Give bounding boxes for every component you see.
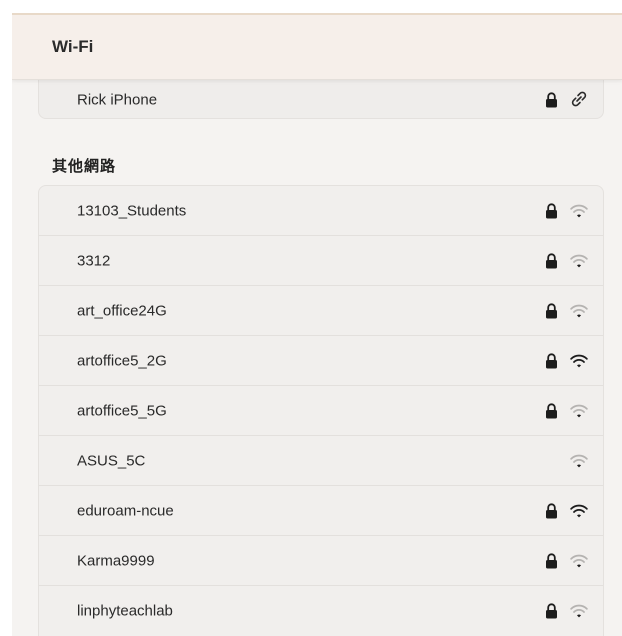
- lock-icon: [545, 503, 558, 519]
- wifi-signal-icon: [570, 454, 588, 468]
- network-name: Karma9999: [77, 552, 155, 570]
- network-name: linphyteachlab: [77, 602, 173, 620]
- wifi-settings-window: Wi-Fi Rick iPhone 其他網路 13103_Students 33…: [12, 13, 622, 636]
- network-row[interactable]: artoffice5_2G: [39, 336, 603, 386]
- wifi-signal-icon: [570, 254, 588, 268]
- network-row[interactable]: ASUS_5C: [39, 436, 603, 486]
- lock-icon: [545, 603, 558, 619]
- lock-icon: [545, 253, 558, 269]
- lock-icon: [545, 403, 558, 419]
- link-icon: [570, 90, 588, 108]
- window-title: Wi-Fi: [52, 37, 94, 56]
- other-networks-header: 其他網路: [52, 158, 117, 175]
- lock-icon: [545, 303, 558, 319]
- wifi-signal-icon: [570, 604, 588, 618]
- network-name: Rick iPhone: [77, 91, 158, 109]
- network-row[interactable]: linphyteachlab: [39, 586, 603, 636]
- other-networks-list: 13103_Students 3312 art_office24G artoffice…: [38, 185, 604, 636]
- lock-icon: [545, 553, 558, 569]
- lock-icon: [545, 353, 558, 369]
- wifi-signal-icon: [570, 304, 588, 318]
- wifi-signal-icon: [570, 354, 588, 368]
- network-row[interactable]: Karma9999: [39, 536, 603, 586]
- wifi-signal-icon: [570, 554, 588, 568]
- wifi-signal-icon: [570, 504, 588, 518]
- network-row[interactable]: 13103_Students: [39, 186, 603, 236]
- network-name: 13103_Students: [77, 202, 187, 220]
- network-row[interactable]: eduroam-ncue: [39, 486, 603, 536]
- network-row[interactable]: art_office24G: [39, 286, 603, 336]
- network-name: artoffice5_5G: [77, 402, 167, 420]
- network-row[interactable]: artoffice5_5G: [39, 386, 603, 436]
- network-row[interactable]: 3312: [39, 236, 603, 286]
- network-name: ASUS_5C: [77, 452, 146, 470]
- network-name: artoffice5_2G: [77, 352, 167, 370]
- wifi-signal-icon: [570, 404, 588, 418]
- wifi-signal-icon: [570, 204, 588, 218]
- network-name: art_office24G: [77, 302, 167, 320]
- network-name: eduroam-ncue: [77, 502, 174, 520]
- title-bar: Wi-Fi: [12, 15, 622, 80]
- known-network-row[interactable]: Rick iPhone: [39, 82, 603, 118]
- network-name: 3312: [77, 252, 111, 270]
- lock-icon: [545, 203, 558, 219]
- lock-icon: [545, 92, 558, 108]
